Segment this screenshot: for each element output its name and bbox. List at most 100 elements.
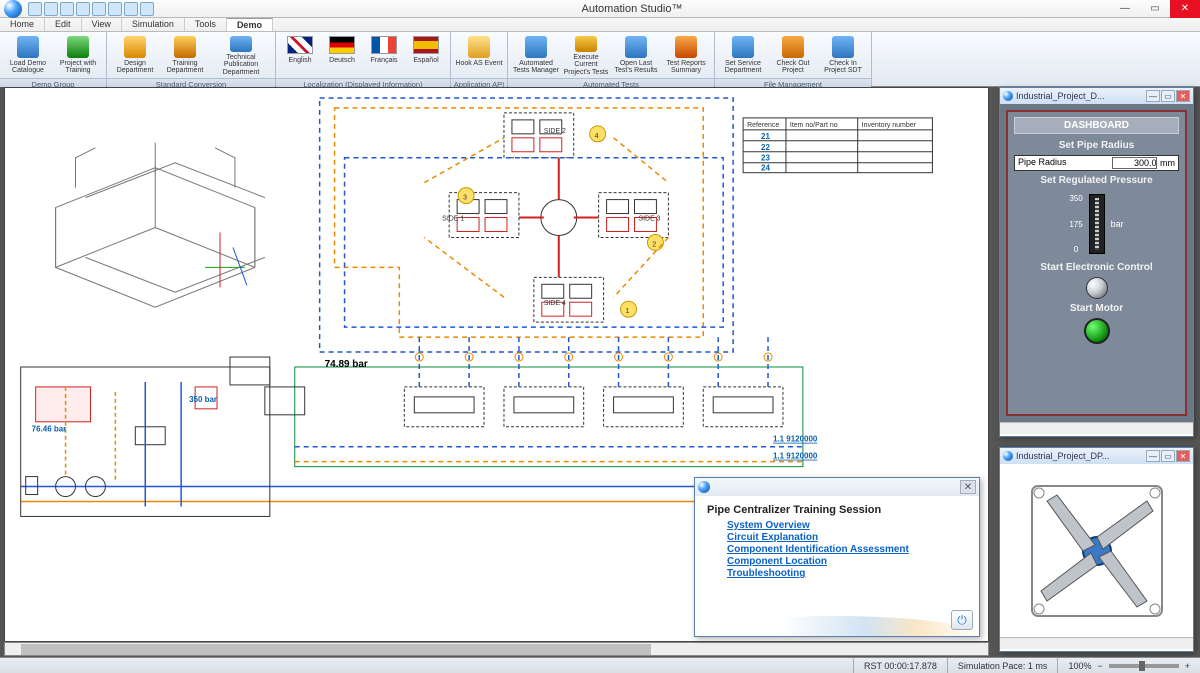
- svg-text:Item no/Part no: Item no/Part no: [790, 122, 838, 129]
- link-troubleshooting[interactable]: Troubleshooting: [727, 568, 967, 579]
- menu-tabs: Home Edit View Simulation Tools Demo: [0, 18, 1200, 32]
- panel-orb-icon: [1003, 91, 1013, 101]
- svg-text:21: 21: [761, 132, 770, 141]
- qat-btn[interactable]: [44, 2, 58, 16]
- load-demo-catalogue-button[interactable]: Load Demo Catalogue: [4, 34, 52, 76]
- tab-simulation[interactable]: Simulation: [122, 18, 185, 31]
- qat-btn[interactable]: [60, 2, 74, 16]
- zoom-out-button[interactable]: −: [1097, 661, 1102, 671]
- exec-tests-icon: [575, 36, 597, 52]
- pipe-radius-input[interactable]: [1112, 157, 1157, 169]
- dashboard-scroll-h[interactable]: [1000, 422, 1193, 434]
- check-in-button[interactable]: Check In Project SDT: [819, 34, 867, 76]
- svg-text:2: 2: [652, 241, 656, 248]
- qat-btn[interactable]: [76, 2, 90, 16]
- flag-uk-icon: [287, 36, 313, 54]
- qat-btn[interactable]: [140, 2, 154, 16]
- test-reports-button[interactable]: Test Reports Summary: [662, 34, 710, 76]
- panel-orb-icon: [698, 481, 710, 493]
- ribbon-group-standard-conversion: Design Department Training Department Te…: [107, 32, 276, 86]
- minimize-button[interactable]: —: [1110, 0, 1140, 18]
- flag-de-icon: [329, 36, 355, 54]
- start-motor-label: Start Motor: [1014, 303, 1179, 314]
- flag-fr-icon: [371, 36, 397, 54]
- execute-tests-button[interactable]: Execute Current Project's Tests: [562, 34, 610, 76]
- plan-scroll-h[interactable]: [1000, 637, 1193, 649]
- zoom-slider[interactable]: [1109, 664, 1179, 668]
- status-rst: RST 00:00:17.878: [853, 658, 947, 673]
- check-out-button[interactable]: Check Out Project: [769, 34, 817, 76]
- svg-text:74.89 bar: 74.89 bar: [325, 359, 368, 370]
- panel-orb-icon: [1003, 451, 1013, 461]
- svg-text:Reference: Reference: [747, 122, 779, 129]
- ribbon-group-file-management: Set Service Department Check Out Project…: [715, 32, 872, 86]
- qat-btn[interactable]: [108, 2, 122, 16]
- qat-btn[interactable]: [28, 2, 42, 16]
- panel-min-button[interactable]: —: [1146, 90, 1160, 102]
- ribbon-group-demo: Load Demo Catalogue Project with Trainin…: [0, 32, 107, 86]
- svg-text:23: 23: [761, 154, 770, 163]
- pressure-gauge[interactable]: 350 175 0 bar: [1014, 192, 1179, 256]
- set-pipe-radius-label: Set Pipe Radius: [1014, 140, 1179, 151]
- design-icon: [124, 36, 146, 58]
- workspace: SIDE 2 SIDE 1 SIDE 3 SIDE 4 1 2 3 4: [0, 87, 1200, 657]
- lang-francais-button[interactable]: Français: [364, 34, 404, 76]
- set-service-dept-button[interactable]: Set Service Department: [719, 34, 767, 76]
- plan-view[interactable]: [1000, 464, 1193, 637]
- lang-english-button[interactable]: English: [280, 34, 320, 76]
- ribbon: Load Demo Catalogue Project with Trainin…: [0, 32, 1200, 87]
- training-close-button[interactable]: ✕: [960, 480, 976, 494]
- app-title: Automation Studio™: [154, 3, 1110, 15]
- svg-text:1: 1: [626, 308, 630, 315]
- ribbon-group-automated-tests: Automated Tests Manager Execute Current …: [508, 32, 715, 86]
- svg-text:SIDE 2: SIDE 2: [544, 128, 566, 135]
- dashboard-title: DASHBOARD: [1014, 117, 1179, 134]
- hook-as-event-button[interactable]: Hook AS Event: [455, 34, 503, 76]
- link-circuit-explanation[interactable]: Circuit Explanation: [727, 532, 967, 543]
- reports-icon: [675, 36, 697, 58]
- auto-tests-manager-button[interactable]: Automated Tests Manager: [512, 34, 560, 76]
- project-with-training-button[interactable]: Project with Training: [54, 34, 102, 76]
- link-system-overview[interactable]: System Overview: [727, 520, 967, 531]
- svg-text:1.1 9120000: 1.1 9120000: [773, 435, 818, 444]
- panel-min-button[interactable]: —: [1146, 450, 1160, 462]
- lang-deutsch-button[interactable]: Deutsch: [322, 34, 362, 76]
- app-orb-icon[interactable]: [4, 0, 22, 18]
- close-button[interactable]: ✕: [1170, 0, 1200, 18]
- ec-toggle-knob[interactable]: [1086, 277, 1108, 299]
- training-icon: [174, 36, 196, 58]
- tab-home[interactable]: Home: [0, 18, 45, 31]
- zoom-in-button[interactable]: +: [1185, 661, 1190, 671]
- svg-text:SIDE 3: SIDE 3: [638, 216, 660, 223]
- start-motor-button[interactable]: [1084, 318, 1110, 344]
- plan-panel: Industrial_Project_DP... — ▭ ✕: [999, 447, 1194, 652]
- panel-max-button[interactable]: ▭: [1161, 90, 1175, 102]
- window-buttons: — ▭ ✕: [1110, 0, 1200, 18]
- training-project-icon: [67, 36, 89, 58]
- panel-close-button[interactable]: ✕: [1176, 90, 1190, 102]
- design-dept-button[interactable]: Design Department: [111, 34, 159, 76]
- svg-text:Inventory number: Inventory number: [862, 122, 917, 129]
- tab-tools[interactable]: Tools: [185, 18, 227, 31]
- svg-text:1.1 9120000: 1.1 9120000: [773, 452, 818, 461]
- link-component-assessment[interactable]: Component Identification Assessment: [727, 544, 967, 555]
- tab-demo[interactable]: Demo: [227, 18, 273, 31]
- lang-espanol-button[interactable]: Español: [406, 34, 446, 76]
- power-button[interactable]: ⏻: [951, 610, 973, 630]
- tab-view[interactable]: View: [82, 18, 122, 31]
- dashboard-card: DASHBOARD Set Pipe Radius Pipe Radius mm…: [1006, 110, 1187, 416]
- link-component-location[interactable]: Component Location: [727, 556, 967, 567]
- canvas-scrollbar-h[interactable]: [4, 642, 989, 656]
- qat-btn[interactable]: [124, 2, 138, 16]
- qat-btn[interactable]: [92, 2, 106, 16]
- service-icon: [732, 36, 754, 58]
- training-dept-button[interactable]: Training Department: [161, 34, 209, 76]
- panel-close-button[interactable]: ✕: [1176, 450, 1190, 462]
- maximize-button[interactable]: ▭: [1140, 0, 1170, 18]
- tech-pub-dept-button[interactable]: Technical Publication Department: [211, 34, 271, 76]
- open-last-results-button[interactable]: Open Last Test's Results: [612, 34, 660, 76]
- tab-edit[interactable]: Edit: [45, 18, 82, 31]
- svg-text:SIDE 1: SIDE 1: [442, 216, 464, 223]
- status-zoom: 100% − +: [1057, 658, 1200, 673]
- panel-max-button[interactable]: ▭: [1161, 450, 1175, 462]
